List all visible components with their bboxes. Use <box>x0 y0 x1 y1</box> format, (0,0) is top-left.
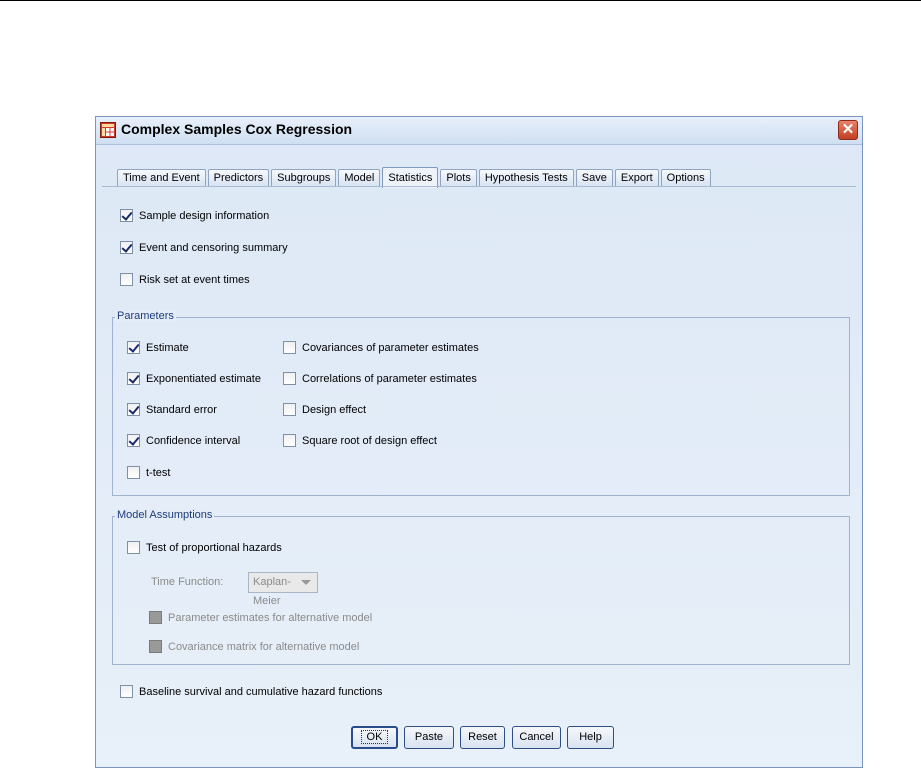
sample-design-label: Sample design information <box>139 209 270 222</box>
dialog-title: Complex Samples Cox Regression <box>121 121 353 137</box>
tab-strip: Time and Event Predictors Subgroups Mode… <box>117 167 713 188</box>
design-effect-option[interactable]: Design effect <box>283 403 366 416</box>
sample-design-option[interactable]: Sample design information <box>120 209 269 222</box>
parameters-group: Parameters <box>112 310 850 496</box>
exp-estimate-option[interactable]: Exponentiated estimate <box>127 372 261 385</box>
table-app-icon <box>100 122 116 138</box>
estimate-checkbox[interactable] <box>127 341 140 354</box>
model-assumptions-group-title: Model Assumptions <box>115 509 215 521</box>
tab-hypothesis-tests[interactable]: Hypothesis Tests <box>478 169 574 187</box>
baseline-survival-label: Baseline survival and cumulative hazard … <box>139 685 383 698</box>
t-test-checkbox[interactable] <box>127 466 140 479</box>
tab-plots[interactable]: Plots <box>440 169 477 187</box>
t-test-option[interactable]: t-test <box>127 466 170 479</box>
cancel-button[interactable]: Cancel <box>512 726 561 749</box>
parameters-group-title: Parameters <box>115 310 176 322</box>
tab-predictors[interactable]: Predictors <box>207 169 270 187</box>
baseline-survival-checkbox[interactable] <box>120 685 133 698</box>
correlations-checkbox[interactable] <box>283 372 296 385</box>
covariances-option[interactable]: Covariances of parameter estimates <box>283 341 479 354</box>
alt-covariance-matrix-label: Covariance matrix for alternative model <box>168 640 360 653</box>
design-effect-checkbox[interactable] <box>283 403 296 416</box>
covariances-label: Covariances of parameter estimates <box>302 341 479 354</box>
paste-button[interactable]: Paste <box>404 726 454 749</box>
title-bar[interactable]: Complex Samples Cox Regression ✕ <box>96 117 862 145</box>
t-test-label: t-test <box>146 466 171 479</box>
alt-param-estimates-checkbox[interactable] <box>149 611 162 624</box>
alt-param-estimates-label: Parameter estimates for alternative mode… <box>168 611 373 624</box>
proportional-hazards-option[interactable]: Test of proportional hazards <box>127 541 282 554</box>
confidence-interval-option[interactable]: Confidence interval <box>127 434 240 447</box>
tab-export[interactable]: Export <box>614 169 659 187</box>
alt-covariance-matrix-option[interactable]: Covariance matrix for alternative model <box>149 640 359 653</box>
estimate-label: Estimate <box>146 341 189 354</box>
sqrt-design-effect-option[interactable]: Square root of design effect <box>283 434 437 447</box>
sample-design-checkbox[interactable] <box>120 209 133 222</box>
close-icon[interactable]: ✕ <box>838 120 858 140</box>
confidence-interval-checkbox[interactable] <box>127 434 140 447</box>
correlations-option[interactable]: Correlations of parameter estimates <box>283 372 477 385</box>
cox-regression-dialog: Complex Samples Cox Regression ✕ Time an… <box>95 116 863 768</box>
tab-time-and-event[interactable]: Time and Event <box>117 169 206 187</box>
exp-estimate-checkbox[interactable] <box>127 372 140 385</box>
time-function-label: Time Function: <box>151 576 224 588</box>
sqrt-design-effect-label: Square root of design effect <box>302 434 437 447</box>
help-button[interactable]: Help <box>567 726 614 749</box>
chevron-down-icon <box>301 580 311 585</box>
estimate-option[interactable]: Estimate <box>127 341 189 354</box>
time-function-dropdown[interactable]: Kaplan-Meier <box>248 572 318 607</box>
standard-error-option[interactable]: Standard error <box>127 403 217 416</box>
proportional-hazards-label: Test of proportional hazards <box>146 541 282 554</box>
sqrt-design-effect-checkbox[interactable] <box>283 434 296 447</box>
tab-subgroups[interactable]: Subgroups <box>271 169 337 187</box>
tab-options[interactable]: Options <box>660 169 711 187</box>
alt-covariance-matrix-checkbox[interactable] <box>149 640 162 653</box>
exp-estimate-label: Exponentiated estimate <box>146 372 261 385</box>
reset-button[interactable]: Reset <box>460 726 505 749</box>
correlations-label: Correlations of parameter estimates <box>302 372 477 385</box>
event-censoring-label: Event and censoring summary <box>139 241 288 254</box>
confidence-interval-label: Confidence interval <box>146 434 241 447</box>
covariances-checkbox[interactable] <box>283 341 296 354</box>
standard-error-checkbox[interactable] <box>127 403 140 416</box>
page-top-rule <box>0 0 921 1</box>
design-effect-label: Design effect <box>302 403 367 416</box>
risk-set-checkbox[interactable] <box>120 273 133 286</box>
event-censoring-checkbox[interactable] <box>120 241 133 254</box>
baseline-survival-option[interactable]: Baseline survival and cumulative hazard … <box>120 685 382 698</box>
risk-set-option[interactable]: Risk set at event times <box>120 273 250 286</box>
ok-button-label: OK <box>360 730 389 744</box>
tab-statistics[interactable]: Statistics <box>382 167 439 188</box>
standard-error-label: Standard error <box>146 403 217 416</box>
risk-set-label: Risk set at event times <box>139 273 250 286</box>
ok-button[interactable]: OK <box>351 726 398 749</box>
tab-model[interactable]: Model <box>338 169 381 187</box>
proportional-hazards-checkbox[interactable] <box>127 541 140 554</box>
event-censoring-option[interactable]: Event and censoring summary <box>120 241 288 254</box>
alt-param-estimates-option[interactable]: Parameter estimates for alternative mode… <box>149 611 372 624</box>
tab-save[interactable]: Save <box>575 169 613 187</box>
